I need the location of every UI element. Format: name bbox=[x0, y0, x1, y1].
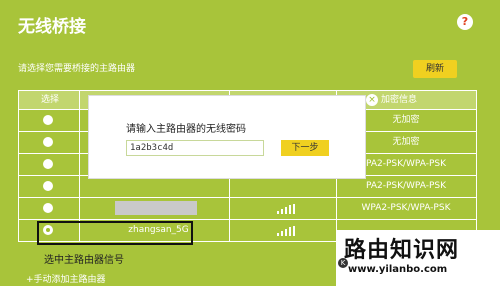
password-dialog: 请输入主路由器的无线密码 1a2b3c4d 下一步 bbox=[88, 95, 366, 179]
row-radio[interactable] bbox=[43, 137, 53, 147]
watermark-title: 路由知识网 bbox=[344, 238, 460, 263]
selected-row-highlight bbox=[37, 221, 193, 245]
close-icon[interactable]: × bbox=[366, 94, 378, 106]
instruction-text: 请选择您需要桥接的主路由器 bbox=[18, 64, 136, 74]
help-icon[interactable]: ? bbox=[457, 14, 473, 30]
redacted-ssid bbox=[115, 201, 197, 215]
row-radio[interactable] bbox=[43, 181, 53, 191]
add-router-link[interactable]: +手动添加主路由器 bbox=[26, 272, 106, 285]
row-radio[interactable] bbox=[43, 115, 53, 125]
watermark-url: www.yilanbo.com bbox=[348, 264, 448, 275]
header-security: 加密信息 bbox=[381, 95, 418, 105]
row-security: WPA2-PSK/WPA-PSK bbox=[361, 203, 451, 213]
next-button[interactable]: 下一步 bbox=[281, 140, 329, 156]
table-row[interactable]: WPA2-PSK/WPA-PSK bbox=[18, 198, 477, 220]
header-select: 选择 bbox=[41, 95, 60, 105]
row-radio[interactable] bbox=[43, 203, 53, 213]
page-title: 无线桥接 bbox=[18, 17, 86, 37]
watermark: 路由知识网 www.yilanbo.com bbox=[336, 230, 500, 286]
k-icon: K bbox=[338, 258, 348, 268]
selected-caption: 选中主路由器信号 bbox=[44, 255, 124, 266]
row-radio[interactable] bbox=[43, 159, 53, 169]
refresh-button[interactable]: 刷新 bbox=[413, 60, 457, 78]
table-row[interactable]: PA2-PSK/WPA-PSK bbox=[18, 176, 477, 198]
row-security: PA2-PSK/WPA-PSK bbox=[365, 181, 447, 191]
dialog-label: 请输入主路由器的无线密码 bbox=[126, 124, 246, 135]
password-input[interactable]: 1a2b3c4d bbox=[126, 140, 264, 156]
